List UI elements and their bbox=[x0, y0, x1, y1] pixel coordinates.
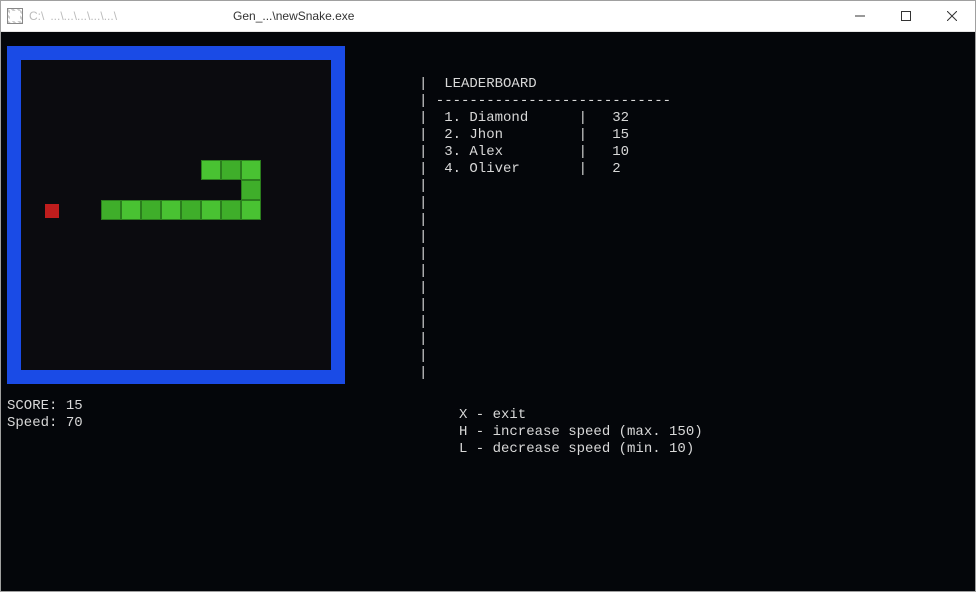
hint-exit: X - exit bbox=[459, 407, 526, 423]
hint-decrease-speed: L - decrease speed (min. 10) bbox=[459, 441, 694, 457]
close-button[interactable] bbox=[929, 1, 975, 31]
game-board bbox=[7, 46, 345, 384]
minimize-icon bbox=[855, 11, 865, 21]
hints-block: X - exit H - increase speed (max. 150) L… bbox=[459, 407, 703, 458]
maximize-button[interactable] bbox=[883, 1, 929, 31]
food-cell bbox=[45, 204, 59, 218]
snake-segment bbox=[141, 200, 161, 220]
snake-segment bbox=[221, 200, 241, 220]
title-text: C:\ ...\...\...\...\...\ Gen_...\newSnak… bbox=[1, 8, 354, 24]
snake-segment bbox=[241, 200, 261, 220]
snake-segment bbox=[201, 200, 221, 220]
score-label: SCORE: bbox=[7, 398, 57, 414]
snake-segment bbox=[241, 160, 261, 180]
title-filename: Gen_...\newSnake.exe bbox=[233, 9, 354, 23]
title-path-fragments: ...\...\...\...\...\ bbox=[50, 9, 117, 23]
speed-label: Speed: bbox=[7, 415, 57, 431]
snake-segment bbox=[201, 160, 221, 180]
app-window: C:\ ...\...\...\...\...\ Gen_...\newSnak… bbox=[0, 0, 976, 592]
snake-segment bbox=[101, 200, 121, 220]
snake-segment bbox=[241, 180, 261, 200]
speed-value: 70 bbox=[66, 415, 83, 431]
app-icon bbox=[7, 8, 23, 24]
close-icon bbox=[947, 11, 957, 21]
snake-segment bbox=[121, 200, 141, 220]
console-area[interactable]: SCORE: 15 Speed: 70 | LEADERBOARD | ----… bbox=[1, 32, 975, 591]
title-path-prefix: C:\ bbox=[29, 9, 44, 23]
window-controls bbox=[837, 1, 975, 31]
game-grid bbox=[21, 60, 331, 370]
snake-segment bbox=[181, 200, 201, 220]
minimize-button[interactable] bbox=[837, 1, 883, 31]
maximize-icon bbox=[901, 11, 911, 21]
hint-increase-speed: H - increase speed (max. 150) bbox=[459, 424, 703, 440]
score-value: 15 bbox=[66, 398, 83, 414]
leaderboard: | LEADERBOARD | ------------------------… bbox=[419, 76, 671, 382]
snake-segment bbox=[161, 200, 181, 220]
snake-segment bbox=[221, 160, 241, 180]
titlebar[interactable]: C:\ ...\...\...\...\...\ Gen_...\newSnak… bbox=[1, 1, 975, 32]
score-block: SCORE: 15 Speed: 70 bbox=[7, 398, 83, 432]
